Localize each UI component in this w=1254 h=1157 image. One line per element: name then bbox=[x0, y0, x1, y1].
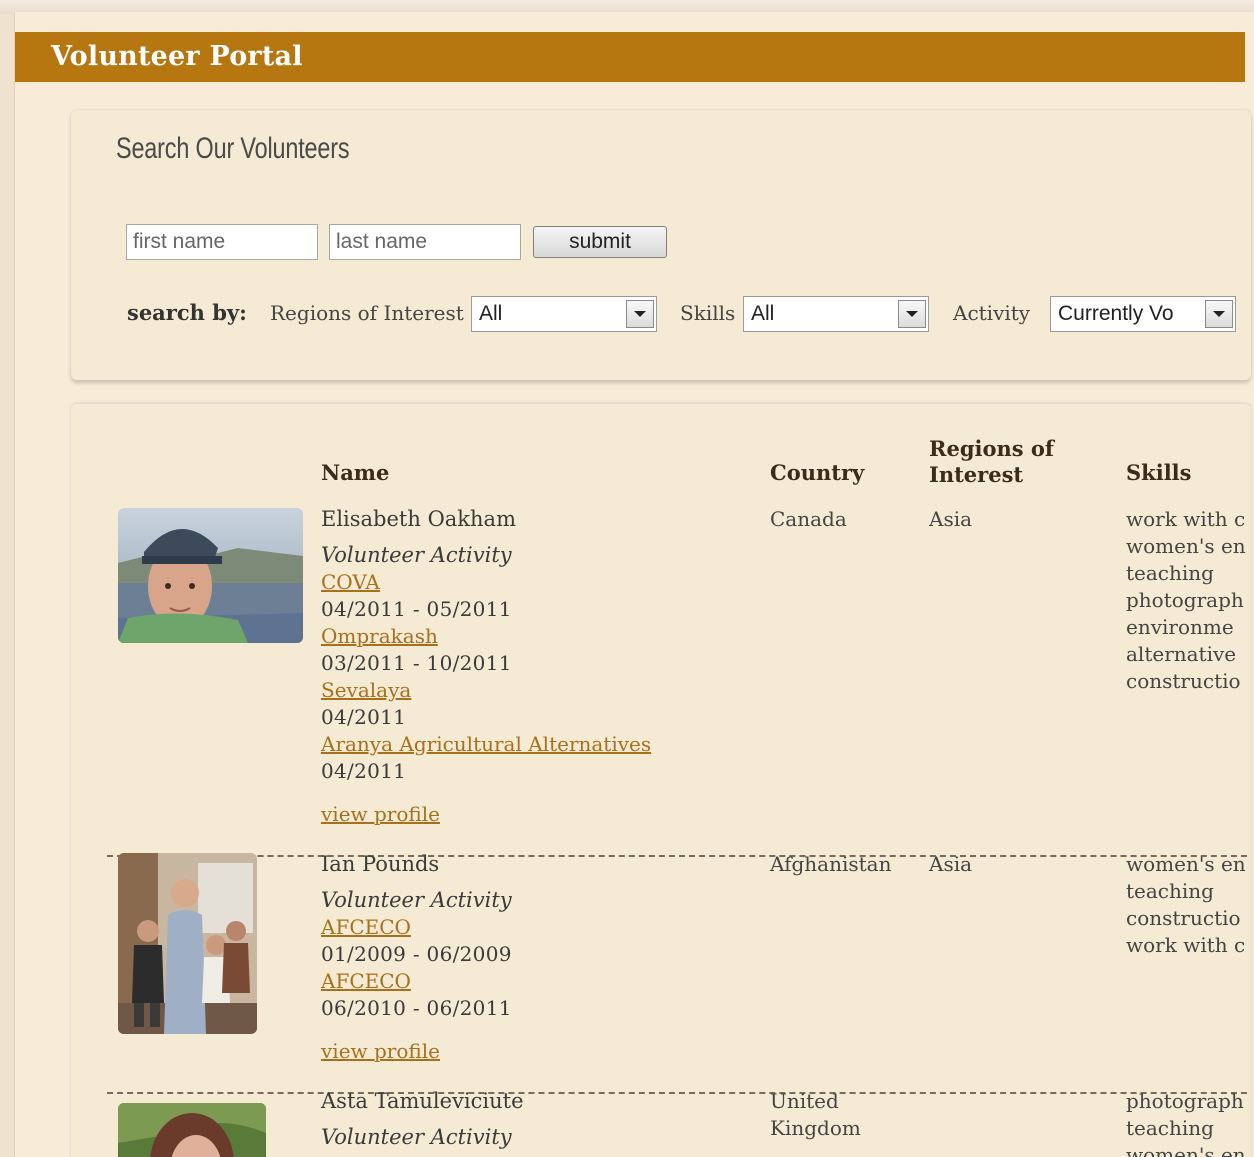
column-header-regions-line2: Interest bbox=[929, 462, 1024, 487]
skills-filter-label: Skills bbox=[680, 301, 736, 325]
volunteer-skills: women's en teaching constructio work wit… bbox=[1126, 851, 1246, 959]
volunteer-photo-avatar[interactable] bbox=[118, 508, 303, 643]
organization-link[interactable]: Aranya Agricultural Alternatives bbox=[321, 731, 741, 758]
skill-item: women's en bbox=[1126, 852, 1246, 876]
search-by-label: search by: bbox=[127, 300, 247, 325]
volunteer-skills: photograph teaching women's en bbox=[1126, 1088, 1246, 1157]
chevron-down-icon[interactable] bbox=[898, 300, 926, 328]
column-header-name: Name bbox=[321, 460, 390, 485]
skill-item: constructio bbox=[1126, 669, 1241, 693]
volunteer-photo-avatar[interactable] bbox=[118, 1103, 266, 1157]
volunteer-country-line: Kingdom bbox=[770, 1116, 861, 1140]
regions-select-value: All bbox=[479, 302, 503, 325]
volunteer-country-line: United bbox=[770, 1089, 839, 1113]
portal-header: Volunteer Portal bbox=[15, 32, 1245, 82]
skills-select-value: All bbox=[751, 302, 775, 325]
activity-select-value: Currently Vo bbox=[1058, 302, 1174, 325]
organization-link[interactable]: Omprakash bbox=[321, 623, 741, 650]
chevron-down-icon[interactable] bbox=[626, 300, 654, 328]
first-name-input[interactable] bbox=[126, 224, 318, 260]
skill-item: photograph bbox=[1126, 588, 1244, 612]
volunteer-name: Asta Tamuleviciute bbox=[321, 1089, 524, 1113]
activity-dates: 06/2010 - 06/2011 bbox=[321, 996, 512, 1020]
submit-button[interactable]: submit bbox=[533, 226, 667, 258]
volunteer-country: Canada bbox=[770, 507, 847, 531]
organization-link[interactable]: AFCECO bbox=[321, 968, 741, 995]
skills-select[interactable]: All bbox=[743, 296, 929, 332]
last-name-input[interactable] bbox=[329, 224, 521, 260]
organization-link[interactable]: COVA bbox=[321, 569, 741, 596]
volunteer-info: Asta Tamuleviciute Volunteer Activity bbox=[321, 1088, 741, 1151]
volunteer-country: Afghanistan bbox=[770, 852, 892, 876]
organization-link[interactable]: AFCECO bbox=[321, 914, 741, 941]
volunteer-info: Elisabeth Oakham Volunteer Activity COVA… bbox=[321, 506, 741, 828]
chevron-down-icon[interactable] bbox=[1205, 300, 1233, 328]
skill-item: women's en bbox=[1126, 534, 1246, 558]
skill-item: work with c bbox=[1126, 507, 1246, 531]
results-panel: Name Country Regions of Interest Skills bbox=[71, 404, 1251, 1157]
volunteer-region: Asia bbox=[929, 507, 973, 531]
skill-item: teaching bbox=[1126, 879, 1214, 903]
skill-item: constructio bbox=[1126, 906, 1241, 930]
volunteer-name: Ian Pounds bbox=[321, 852, 440, 876]
activity-dates: 04/2011 bbox=[321, 705, 407, 729]
skill-item: environme bbox=[1126, 615, 1234, 639]
skill-item: alternative bbox=[1126, 642, 1237, 666]
activity-dates: 03/2011 - 10/2011 bbox=[321, 651, 512, 675]
skill-item: work with c bbox=[1126, 933, 1246, 957]
volunteer-skills: work with c women's en teaching photogra… bbox=[1126, 506, 1246, 695]
column-header-regions: Regions of Interest bbox=[929, 436, 1054, 488]
view-profile-link[interactable]: view profile bbox=[321, 801, 741, 828]
regions-select[interactable]: All bbox=[471, 296, 657, 332]
volunteer-activity-heading: Volunteer Activity bbox=[321, 1125, 512, 1149]
view-profile-link[interactable]: view profile bbox=[321, 1038, 741, 1065]
activity-filter-label: Activity bbox=[953, 301, 1031, 325]
column-header-country: Country bbox=[770, 460, 865, 485]
volunteer-activity-heading: Volunteer Activity bbox=[321, 543, 512, 567]
activity-dates: 04/2011 bbox=[321, 759, 407, 783]
search-panel: Search Our Volunteers submit search by: … bbox=[71, 110, 1251, 380]
volunteer-portal: Volunteer Portal Search Our Volunteers s… bbox=[14, 12, 1254, 1157]
skill-item: teaching bbox=[1126, 1116, 1214, 1140]
volunteer-region: Asia bbox=[929, 852, 973, 876]
search-title: Search Our Volunteers bbox=[116, 132, 350, 165]
activity-select[interactable]: Currently Vo bbox=[1050, 296, 1236, 332]
regions-filter-label: Regions of Interest bbox=[270, 301, 464, 325]
organization-link[interactable]: Sevalaya bbox=[321, 677, 741, 704]
skill-item: photograph bbox=[1126, 1089, 1244, 1113]
volunteer-name: Elisabeth Oakham bbox=[321, 507, 516, 531]
volunteer-info: Ian Pounds Volunteer Activity AFCECO 01/… bbox=[321, 851, 741, 1065]
volunteer-activity-heading: Volunteer Activity bbox=[321, 888, 512, 912]
column-header-skills: Skills bbox=[1126, 460, 1192, 485]
skill-item: women's en bbox=[1126, 1143, 1246, 1157]
activity-dates: 01/2009 - 06/2009 bbox=[321, 942, 512, 966]
skill-item: teaching bbox=[1126, 561, 1214, 585]
column-header-regions-line1: Regions of bbox=[929, 436, 1054, 461]
activity-dates: 04/2011 - 05/2011 bbox=[321, 597, 512, 621]
volunteer-country: United Kingdom bbox=[770, 1088, 861, 1142]
volunteer-photo-avatar[interactable] bbox=[118, 853, 257, 1034]
